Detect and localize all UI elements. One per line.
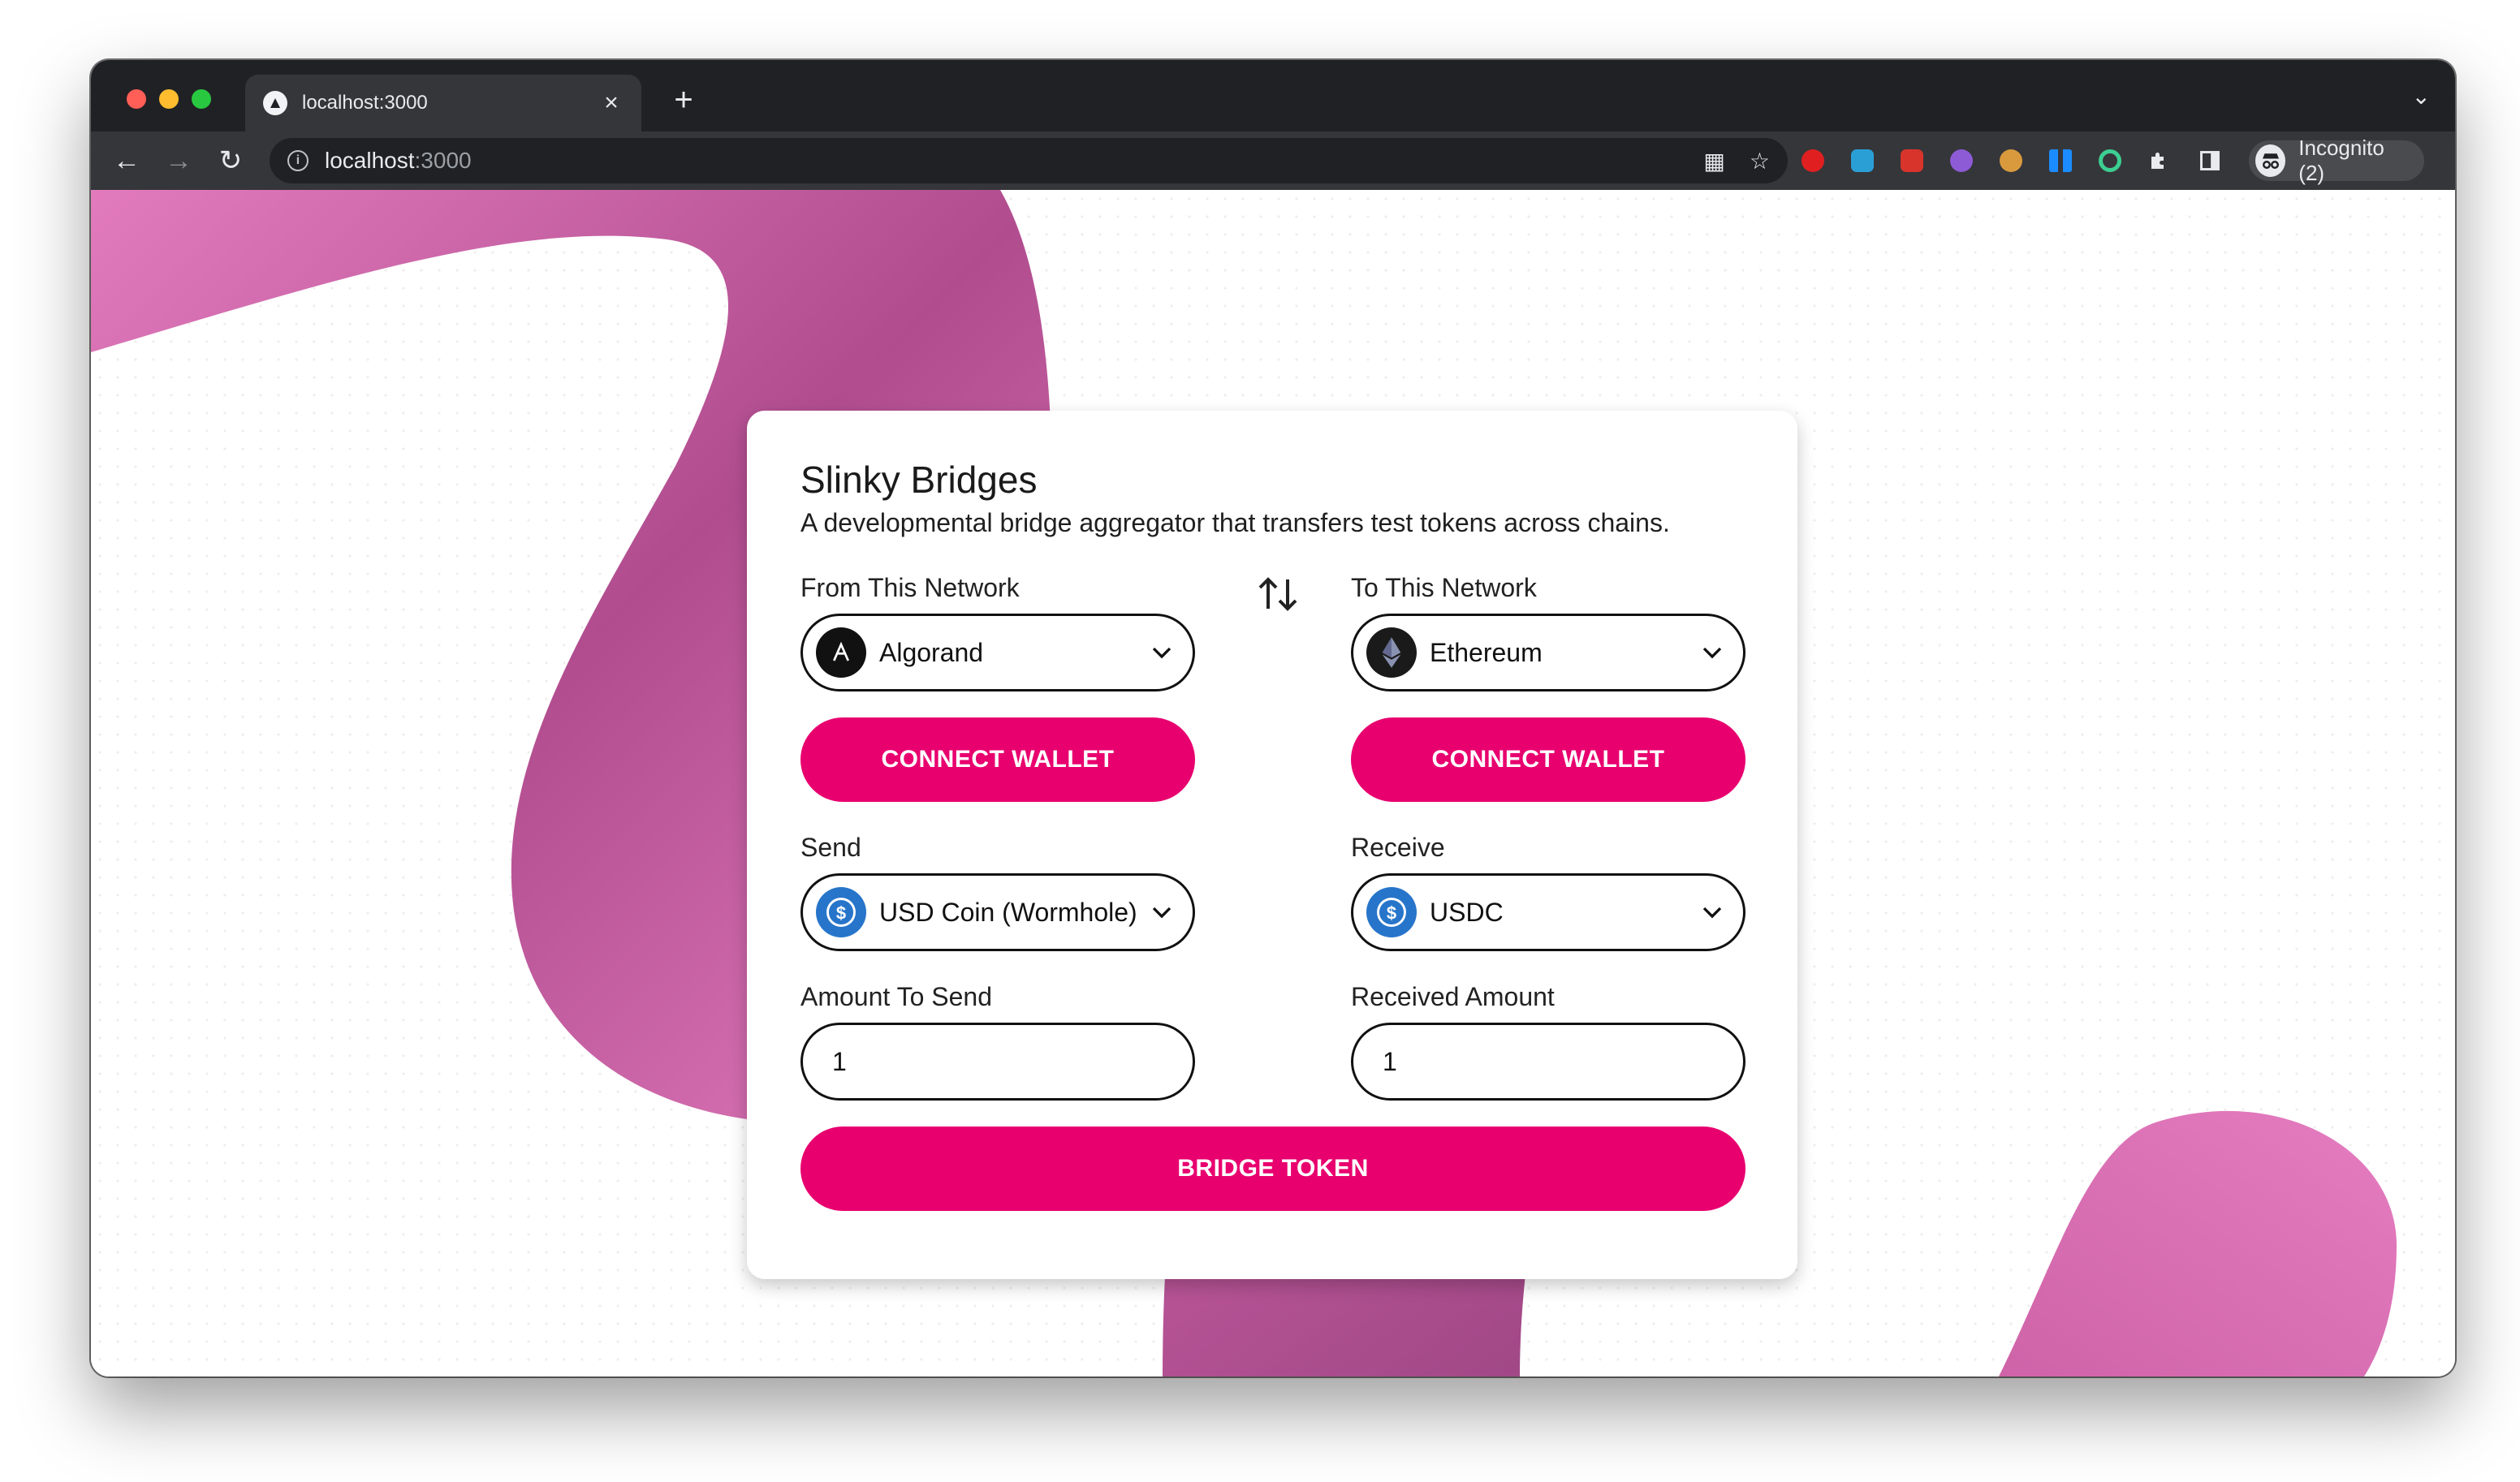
receive-token-value: USDC (1430, 897, 1504, 927)
close-tab-icon[interactable]: × (599, 89, 624, 117)
from-network-label: From This Network (800, 573, 1020, 602)
site-info-icon[interactable]: i (287, 150, 309, 171)
profile-label: Incognito (2) (2298, 136, 2384, 185)
close-window-button[interactable] (127, 89, 146, 109)
received-amount-label: Received Amount (1351, 982, 1555, 1011)
extension-translate-icon[interactable] (1845, 143, 1879, 179)
background-blob-right (1999, 1110, 2397, 1376)
extensions-area: Incognito (2) ⋮ (1796, 136, 2455, 185)
connect-wallet-to-button[interactable]: CONNECT WALLET (1351, 717, 1745, 802)
ethereum-icon (1366, 627, 1417, 678)
receive-label: Receive (1351, 833, 1445, 862)
send-token-value: USD Coin (Wormhole) (879, 897, 1137, 927)
extensions-puzzle-icon[interactable] (2143, 143, 2177, 179)
browser-toolbar: ← → ↻ i localhost :3000 ▦ ☆ Incognito (2… (91, 131, 2455, 190)
received-amount-input[interactable]: 1 (1351, 1023, 1745, 1101)
bridge-card: Slinky Bridges A developmental bridge ag… (747, 411, 1797, 1279)
url-host: localhost (325, 148, 415, 173)
swap-arrows-icon[interactable] (1254, 570, 1302, 618)
address-bar[interactable]: i localhost :3000 ▦ ☆ (270, 138, 1788, 183)
new-tab-button[interactable]: + (659, 80, 708, 120)
connect-wallet-from-button[interactable]: CONNECT WALLET (800, 717, 1195, 802)
chevron-down-icon (1702, 907, 1722, 919)
minimize-window-button[interactable] (159, 89, 179, 109)
app-subtitle: A developmental bridge aggregator that t… (800, 508, 1670, 537)
to-network-value: Ethereum (1430, 637, 1543, 667)
to-network-label: To This Network (1351, 573, 1537, 602)
url-port: :3000 (414, 148, 472, 173)
extension-red-icon[interactable] (1895, 143, 1928, 179)
amount-to-send-label: Amount To Send (800, 982, 993, 1011)
site-favicon-icon (263, 91, 287, 115)
extension-target-icon[interactable] (2094, 143, 2127, 179)
svg-text:$: $ (1387, 903, 1396, 923)
extension-cookie-icon[interactable] (1995, 143, 2028, 179)
to-network-select[interactable]: Ethereum (1351, 614, 1745, 691)
extension-purple-icon[interactable] (1944, 143, 1978, 179)
side-panel-icon[interactable] (2193, 143, 2226, 179)
send-token-select[interactable]: $ USD Coin (Wormhole) (800, 873, 1195, 951)
reload-button[interactable]: ↻ (205, 135, 257, 187)
extension-adblock-icon[interactable] (1796, 143, 1829, 179)
chevron-down-icon (1152, 907, 1172, 919)
extension-pause-icon[interactable] (2044, 143, 2078, 179)
amount-to-send-input[interactable]: 1 (800, 1023, 1195, 1101)
incognito-profile-button[interactable]: Incognito (2) (2249, 136, 2424, 185)
tab-title: localhost:3000 (302, 92, 428, 114)
incognito-avatar-icon (2255, 144, 2286, 177)
back-button[interactable]: ← (101, 135, 153, 187)
app-title: Slinky Bridges (800, 459, 1038, 501)
page-content: Slinky Bridges A developmental bridge ag… (91, 190, 2455, 1376)
usdc-icon: $ (1366, 887, 1417, 937)
maximize-window-button[interactable] (192, 89, 211, 109)
chevron-down-icon (1152, 647, 1172, 659)
svg-text:$: $ (836, 903, 846, 923)
browser-window: localhost:3000 × + ⌄ ← → ↻ i localhost :… (91, 60, 2455, 1376)
forward-button[interactable]: → (153, 135, 205, 187)
bookmark-star-icon[interactable]: ☆ (1750, 148, 1770, 174)
usdc-icon: $ (816, 887, 866, 937)
qr-code-icon[interactable]: ▦ (1703, 148, 1724, 174)
algorand-icon (816, 627, 866, 678)
from-network-value: Algorand (879, 637, 984, 667)
bridge-token-button[interactable]: BRIDGE TOKEN (800, 1127, 1745, 1211)
tab-search-chevron-icon[interactable]: ⌄ (2412, 83, 2431, 110)
from-network-select[interactable]: Algorand (800, 614, 1195, 691)
browser-tab[interactable]: localhost:3000 × (245, 75, 641, 131)
chevron-down-icon (1702, 647, 1722, 659)
send-label: Send (800, 833, 861, 862)
tab-strip: localhost:3000 × + ⌄ (91, 60, 2455, 131)
receive-token-select[interactable]: $ USDC (1351, 873, 1745, 951)
